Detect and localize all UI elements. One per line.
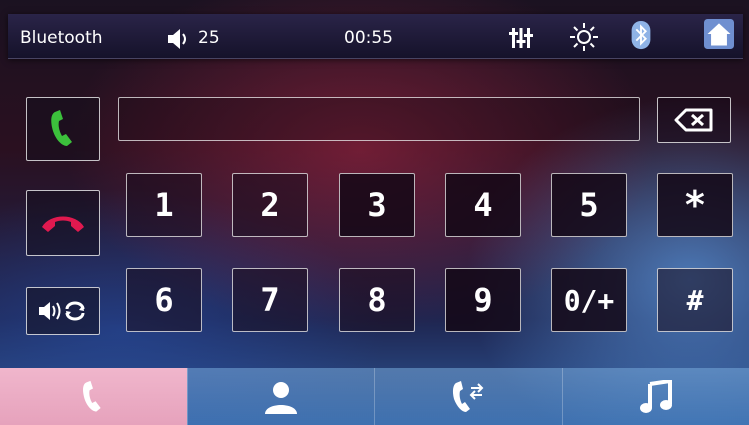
key-star[interactable]: * — [657, 173, 733, 237]
music-tab[interactable] — [561, 368, 749, 425]
contact-icon — [264, 381, 297, 414]
status-bar: Bluetooth 25 00:55 — [8, 14, 743, 59]
app-title: Bluetooth — [20, 28, 103, 48]
call-log-tab[interactable] — [374, 368, 562, 425]
contacts-tab[interactable] — [186, 368, 374, 425]
equalizer-icon[interactable] — [508, 22, 534, 52]
music-icon — [639, 379, 672, 413]
audio-transfer-icon — [39, 301, 85, 321]
brightness-icon[interactable] — [568, 22, 600, 52]
phone-icon — [83, 380, 101, 411]
call-log-icon — [453, 380, 484, 412]
bluetooth-icon[interactable] — [630, 20, 652, 50]
clock: 00:55 — [344, 28, 393, 48]
dialpad-tab[interactable] — [0, 368, 187, 425]
backspace-button[interactable] — [657, 97, 731, 143]
audio-transfer-button[interactable] — [26, 287, 100, 335]
home-icon[interactable] — [702, 19, 736, 49]
key-hash[interactable]: # — [657, 268, 733, 332]
call-icon — [51, 110, 72, 146]
bottom-tab-bar — [0, 368, 749, 425]
key-2[interactable]: 2 — [232, 173, 308, 237]
number-display[interactable] — [118, 97, 640, 141]
volume-level: 25 — [198, 28, 220, 48]
backspace-icon — [674, 108, 713, 132]
call-button[interactable] — [26, 97, 100, 161]
key-4[interactable]: 4 — [445, 173, 521, 237]
key-3[interactable]: 3 — [339, 173, 415, 237]
key-5[interactable]: 5 — [551, 173, 627, 237]
hangup-button[interactable] — [26, 190, 100, 256]
key-0-plus[interactable]: 0/+ — [551, 268, 627, 332]
key-9[interactable]: 9 — [445, 268, 521, 332]
key-1[interactable]: 1 — [126, 173, 202, 237]
key-6[interactable]: 6 — [126, 268, 202, 332]
key-7[interactable]: 7 — [232, 268, 308, 332]
speaker-icon[interactable] — [166, 24, 192, 54]
hangup-icon — [42, 216, 84, 232]
key-8[interactable]: 8 — [339, 268, 415, 332]
bluetooth-phone-screen: Bluetooth 25 00:55 1 2 3 4 5 * 6 7 8 9 0… — [0, 0, 749, 425]
